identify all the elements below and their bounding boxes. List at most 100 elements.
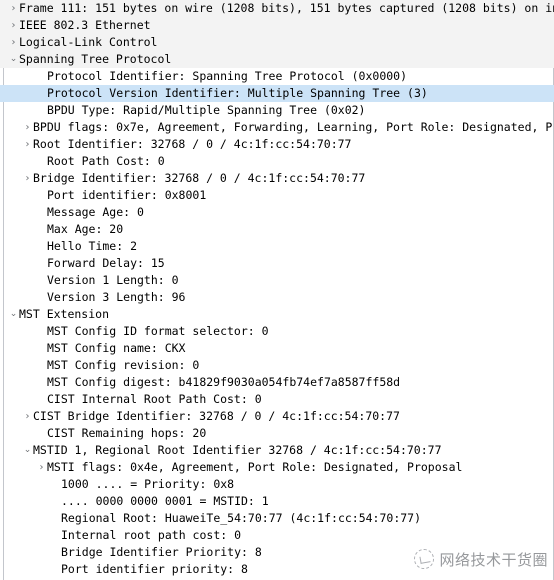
tree-row-label: Spanning Tree Protocol [19,52,172,66]
tree-row[interactable]: ·Forward Delay: 15 [0,255,554,272]
tree-spacer-icon: · [36,391,47,408]
tree-row-label: CIST Bridge Identifier: 32768 / 0 / 4c:1… [33,409,400,423]
tree-row-label: IEEE 802.3 Ethernet [19,18,151,32]
tree-row-label: Protocol Identifier: Spanning Tree Proto… [47,69,408,83]
tree-row-label: Port identifier priority: 8 [61,562,248,576]
tree-spacer-icon: · [36,357,47,374]
tree-row[interactable]: ·MST Config ID format selector: 0 [0,323,554,340]
tree-row[interactable]: ·1000 .... = Priority: 0x8 [0,476,554,493]
tree-row[interactable]: ·MST Config name: CKX [0,340,554,357]
tree-row[interactable]: ·Version 3 Length: 96 [0,289,554,306]
tree-spacer-icon: · [36,238,47,255]
tree-row[interactable]: ·CIST Internal Root Path Cost: 0 [0,391,554,408]
packet-details-pane[interactable]: › Frame 111: 151 bytes on wire (1208 bits… [0,0,554,580]
tree-row[interactable]: ·Message Age: 0 [0,204,554,221]
chevron-down-icon[interactable]: ⌄ [22,442,33,459]
chevron-right-icon[interactable]: › [36,459,47,476]
tree-row[interactable]: ·Root Path Cost: 0 [0,153,554,170]
tree-row[interactable]: ·Max Age: 20 [0,221,554,238]
chevron-right-icon[interactable]: › [8,0,19,17]
tree-row-label: Message Age: 0 [47,205,144,219]
tree-row-label: Logical-Link Control [19,35,158,49]
tree-spacer-icon: · [50,510,61,527]
chevron-down-icon[interactable]: ⌄ [8,51,19,68]
tree-row-label: Forward Delay: 15 [47,256,165,270]
tree-row-label: Bridge Identifier Priority: 8 [61,545,262,559]
tree-spacer-icon: · [36,374,47,391]
tree-row-label: MST Config ID format selector: 0 [47,324,269,338]
tree-row-label: Version 3 Length: 96 [47,290,186,304]
tree-row[interactable]: ·.... 0000 0000 0001 = MSTID: 1 [0,493,554,510]
tree-row-label: Port identifier: 0x8001 [47,188,207,202]
tree-row[interactable]: › BPDU flags: 0x7e, Agreement, Forwarding… [0,119,554,136]
tree-row[interactable]: ·MST Config revision: 0 [0,357,554,374]
tree-spacer-icon: · [36,68,47,85]
tree-row-label: MST Config name: CKX [47,341,186,355]
tree-row-label: BPDU flags: 0x7e, Agreement, Forwarding,… [33,120,554,134]
tree-row[interactable]: ·Port identifier priority: 8 [0,561,554,578]
tree-row-label: Internal root path cost: 0 [61,528,242,542]
tree-row[interactable]: ·BPDU Type: Rapid/Multiple Spanning Tree… [0,102,554,119]
tree-spacer-icon: · [36,340,47,357]
tree-row[interactable]: ⌄ Spanning Tree Protocol [0,51,554,68]
tree-spacer-icon: · [36,85,47,102]
tree-spacer-icon: · [36,272,47,289]
tree-row-label: .... 0000 0000 0001 = MSTID: 1 [61,494,269,508]
tree-row-label: MST Extension [19,307,110,321]
tree-row-label: CIST Internal Root Path Cost: 0 [47,392,262,406]
tree-row[interactable]: › Root Identifier: 32768 / 0 / 4c:1f:cc:5… [0,136,554,153]
tree-row-label: Version 1 Length: 0 [47,273,179,287]
tree-spacer-icon: · [36,153,47,170]
tree-row-label: Max Age: 20 [47,222,124,236]
tree-row-label: Regional Root: HuaweiTe_54:70:77 (4c:1f:… [61,511,422,525]
tree-row[interactable]: ·Hello Time: 2 [0,238,554,255]
tree-row[interactable]: › MSTI flags: 0x4e, Agreement, Port Role:… [0,459,554,476]
tree-row[interactable]: ·Port identifier: 0x8001 [0,187,554,204]
tree-row-label: MSTI flags: 0x4e, Agreement, Port Role: … [47,460,463,474]
tree-row[interactable]: ·MST Config digest: b41829f9030a054fb74e… [0,374,554,391]
chevron-down-icon[interactable]: ⌄ [8,306,19,323]
chevron-right-icon[interactable]: › [22,136,33,153]
tree-row[interactable]: › CIST Bridge Identifier: 32768 / 0 / 4c:… [0,408,554,425]
tree-row-label: 1000 .... = Priority: 0x8 [61,477,235,491]
tree-row[interactable]: ·Protocol Version Identifier: Multiple S… [0,85,554,102]
tree-row-label: Root Identifier: 32768 / 0 / 4c:1f:cc:54… [33,137,352,151]
tree-row[interactable]: ·Internal root path cost: 0 [0,527,554,544]
tree-row[interactable]: ⌄ MSTID 1, Regional Root Identifier 32768… [0,442,554,459]
tree-row-label: BPDU Type: Rapid/Multiple Spanning Tree … [47,103,366,117]
tree-row-label: MST Config digest: b41829f9030a054fb74ef… [47,375,401,389]
tree-row-label: CIST Remaining hops: 20 [47,426,207,440]
tree-row[interactable]: ·CIST Remaining hops: 20 [0,425,554,442]
protocol-tree[interactable]: › Frame 111: 151 bytes on wire (1208 bits… [0,0,554,580]
tree-row[interactable]: ·Bridge Identifier Priority: 8 [0,544,554,561]
tree-row-label: MST Config revision: 0 [47,358,200,372]
tree-spacer-icon: · [36,102,47,119]
tree-spacer-icon: · [50,561,61,578]
tree-spacer-icon: · [36,221,47,238]
tree-row-label: Protocol Version Identifier: Multiple Sp… [47,86,428,100]
tree-row[interactable]: › IEEE 802.3 Ethernet [0,17,554,34]
tree-row[interactable]: ⌄ MST Extension [0,306,554,323]
tree-row[interactable]: › Bridge Identifier: 32768 / 0 / 4c:1f:cc… [0,170,554,187]
tree-row-label: Frame 111: 151 bytes on wire (1208 bits)… [19,1,554,15]
chevron-right-icon[interactable]: › [22,170,33,187]
tree-row[interactable]: ·Version 1 Length: 0 [0,272,554,289]
tree-row-label: Root Path Cost: 0 [47,154,165,168]
tree-spacer-icon: · [36,204,47,221]
chevron-right-icon[interactable]: › [8,17,19,34]
tree-spacer-icon: · [36,425,47,442]
chevron-right-icon[interactable]: › [22,119,33,136]
chevron-right-icon[interactable]: › [8,34,19,51]
tree-row-label: Hello Time: 2 [47,239,138,253]
tree-row[interactable]: › Frame 111: 151 bytes on wire (1208 bits… [0,0,554,17]
tree-spacer-icon: · [50,493,61,510]
tree-spacer-icon: · [50,527,61,544]
tree-row-label: Bridge Identifier: 32768 / 0 / 4c:1f:cc:… [33,171,366,185]
tree-row[interactable]: › Logical-Link Control [0,34,554,51]
tree-spacer-icon: · [36,323,47,340]
tree-row[interactable]: ·Regional Root: HuaweiTe_54:70:77 (4c:1f… [0,510,554,527]
tree-row-label: MSTID 1, Regional Root Identifier 32768 … [33,443,442,457]
tree-spacer-icon: · [50,544,61,561]
tree-row[interactable]: ·Protocol Identifier: Spanning Tree Prot… [0,68,554,85]
chevron-right-icon[interactable]: › [22,408,33,425]
